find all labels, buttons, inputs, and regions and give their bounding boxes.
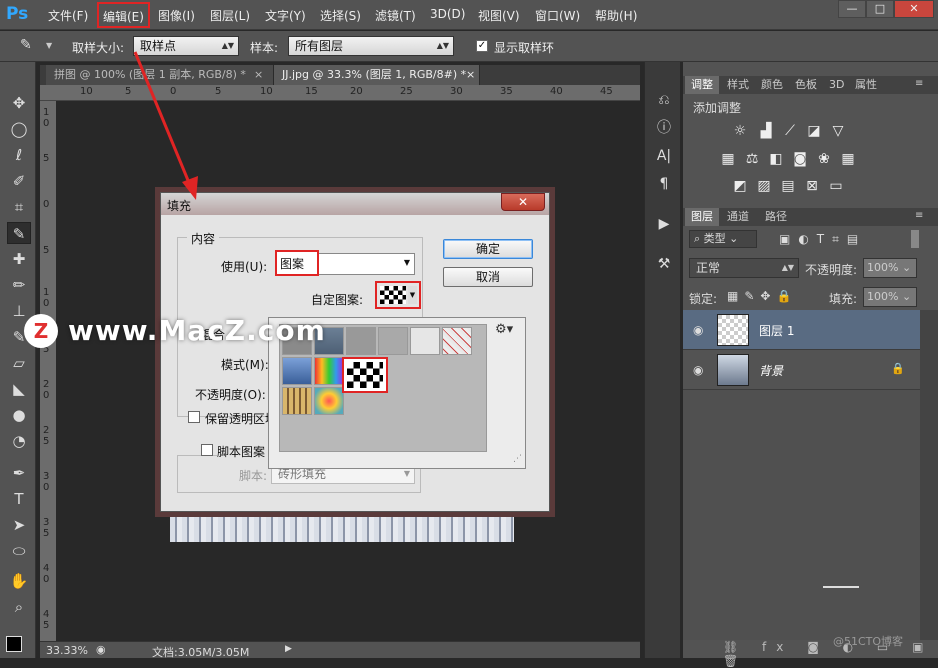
arrow-line	[133, 51, 194, 191]
arrow-head	[182, 176, 198, 200]
annotation-arrow	[133, 51, 198, 200]
